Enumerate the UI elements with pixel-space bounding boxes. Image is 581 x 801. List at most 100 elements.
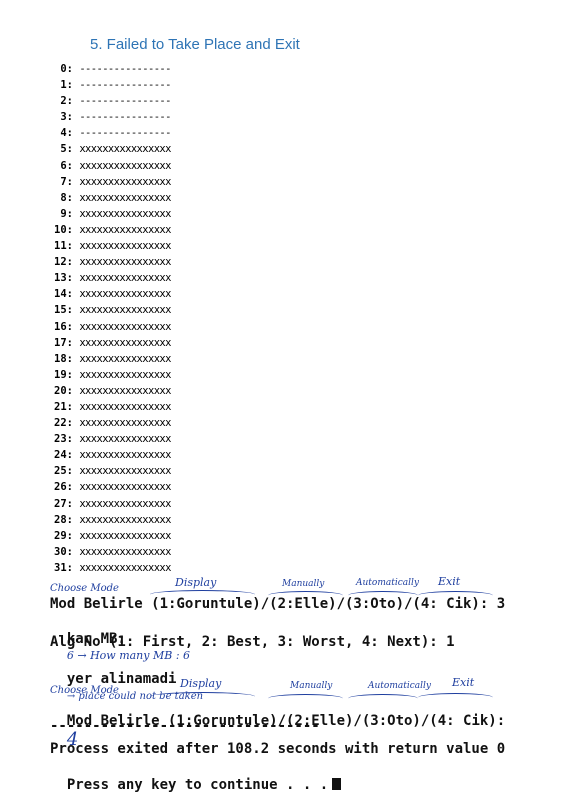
memory-row: 8: xxxxxxxxxxxxxxxx [53, 190, 213, 206]
memory-row-index: 8: [60, 191, 73, 204]
memory-row: 5: xxxxxxxxxxxxxxxx [53, 141, 213, 157]
memory-row-cells: xxxxxxxxxxxxxxxx [79, 256, 171, 269]
console-line-mode-1: Mod Belirle (1:Goruntule)/(2:Elle)/(3:Ot… [50, 596, 506, 612]
memory-row: 17: xxxxxxxxxxxxxxxx [53, 335, 213, 351]
memory-row-index: 25: [54, 465, 73, 478]
memory-row: 3: ---------------- [53, 109, 213, 125]
memory-row: 30: xxxxxxxxxxxxxxxx [53, 544, 213, 560]
memory-row-index: 3: [60, 111, 73, 124]
memory-row-cells: xxxxxxxxxxxxxxxx [79, 368, 171, 381]
memory-row-index: 18: [54, 352, 73, 365]
memory-row-index: 9: [60, 207, 73, 220]
memory-row-index: 0: [60, 63, 73, 75]
memory-row: 11: xxxxxxxxxxxxxxxx [53, 238, 213, 254]
memory-row-index: 4: [60, 127, 73, 140]
memory-row-cells: xxxxxxxxxxxxxxxx [79, 449, 171, 462]
memory-row: 25: xxxxxxxxxxxxxxxx [53, 463, 213, 479]
memory-row: 16: xxxxxxxxxxxxxxxx [53, 319, 213, 335]
memory-row-index: 22: [54, 417, 73, 430]
memory-row-index: 29: [54, 529, 73, 542]
memory-row-cells: xxxxxxxxxxxxxxxx [79, 143, 171, 156]
annotation-exit: Exit [438, 575, 461, 588]
memory-row-index: 28: [54, 513, 73, 526]
memory-row-cells: xxxxxxxxxxxxxxxx [79, 352, 171, 365]
memory-row: 20: xxxxxxxxxxxxxxxx [53, 383, 213, 399]
memory-row-cells: xxxxxxxxxxxxxxxx [79, 288, 171, 301]
memory-row: 26: xxxxxxxxxxxxxxxx [53, 479, 213, 495]
memory-row-index: 27: [54, 497, 73, 510]
page-title: 5. Failed to Take Place and Exit [90, 36, 300, 53]
memory-row: 0: ---------------- [53, 61, 213, 77]
memory-row-index: 6: [60, 159, 73, 172]
memory-row: 27: xxxxxxxxxxxxxxxx [53, 496, 213, 512]
annotation-choose-mode: Choose Mode [50, 583, 119, 594]
memory-row-cells: xxxxxxxxxxxxxxxx [79, 497, 171, 510]
memory-row-cells: xxxxxxxxxxxxxxxx [79, 513, 171, 526]
memory-row-cells: xxxxxxxxxxxxxxxx [79, 465, 171, 478]
annotation-automatically: Automatically [368, 681, 431, 691]
memory-row-index: 20: [54, 384, 73, 397]
memory-row-cells: xxxxxxxxxxxxxxxx [79, 529, 171, 542]
memory-row-index: 7: [60, 175, 73, 188]
annotation-automatically: Automatically [356, 578, 419, 588]
memory-row-index: 31: [54, 561, 73, 574]
memory-row-cells: ---------------- [79, 127, 171, 140]
memory-row: 29: xxxxxxxxxxxxxxxx [53, 528, 213, 544]
memory-row-cells: ---------------- [79, 79, 171, 92]
memory-row: 31: xxxxxxxxxxxxxxxx [53, 560, 213, 576]
memory-row: 28: xxxxxxxxxxxxxxxx [53, 512, 213, 528]
memory-row-index: 11: [54, 240, 73, 253]
memory-row: 15: xxxxxxxxxxxxxxxx [53, 302, 213, 318]
annotation-manually: Manually [290, 681, 333, 691]
memory-row-cells: xxxxxxxxxxxxxxxx [79, 384, 171, 397]
annotation-exit: Exit [452, 676, 475, 689]
memory-row: 23: xxxxxxxxxxxxxxxx [53, 431, 213, 447]
memory-row-cells: xxxxxxxxxxxxxxxx [79, 433, 171, 446]
memory-row-index: 1: [60, 79, 73, 92]
memory-row: 24: xxxxxxxxxxxxxxxx [53, 447, 213, 463]
memory-row-index: 13: [54, 272, 73, 285]
text-cursor [332, 778, 342, 790]
memory-row: 13: xxxxxxxxxxxxxxxx [53, 270, 213, 286]
memory-row-cells: xxxxxxxxxxxxxxxx [79, 400, 171, 413]
console-exit-message: Process exited after 108.2 seconds with … [50, 741, 506, 757]
continue-message: Press any key to continue . . . [66, 777, 329, 793]
memory-row-cells: xxxxxxxxxxxxxxxx [79, 481, 171, 494]
memory-row-index: 14: [54, 288, 73, 301]
memory-row: 1: ---------------- [53, 77, 213, 93]
annotation-choose-mode: Choose Mode [50, 685, 119, 696]
memory-row-cells: xxxxxxxxxxxxxxxx [79, 320, 171, 333]
memory-row-cells: ---------------- [79, 111, 171, 124]
memory-row-index: 5: [60, 143, 73, 156]
memory-row-cells: xxxxxxxxxxxxxxxx [79, 240, 171, 253]
memory-row-cells: xxxxxxxxxxxxxxxx [79, 175, 171, 188]
memory-row-cells: xxxxxxxxxxxxxxxx [79, 545, 171, 558]
memory-row-cells: xxxxxxxxxxxxxxxx [79, 417, 171, 430]
memory-row-cells: xxxxxxxxxxxxxxxx [79, 207, 171, 220]
memory-row: 2: ---------------- [53, 93, 213, 109]
memory-row-index: 16: [54, 320, 73, 333]
memory-row: 19: xxxxxxxxxxxxxxxx [53, 367, 213, 383]
memory-row-index: 15: [54, 304, 73, 317]
memory-row-cells: xxxxxxxxxxxxxxxx [79, 336, 171, 349]
console-separator: -------------------------------- [50, 718, 320, 734]
annotation-manually: Manually [282, 579, 325, 589]
memory-row: 14: xxxxxxxxxxxxxxxx [53, 286, 213, 302]
memory-row: 9: xxxxxxxxxxxxxxxx [53, 206, 213, 222]
console-line-alg: Alg No (1: First, 2: Best, 3: Worst, 4: … [50, 634, 455, 650]
memory-map: 0: ---------------- 1: ---------------- 2:… [53, 61, 213, 583]
memory-row-index: 26: [54, 481, 73, 494]
memory-row-cells: xxxxxxxxxxxxxxxx [79, 223, 171, 236]
memory-row-index: 17: [54, 336, 73, 349]
memory-row-index: 10: [54, 223, 73, 236]
memory-row-index: 19: [54, 368, 73, 381]
memory-row-index: 2: [60, 95, 73, 108]
memory-row-cells: xxxxxxxxxxxxxxxx [79, 304, 171, 317]
annotation-display: Display [175, 576, 217, 589]
memory-row-index: 30: [54, 545, 73, 558]
memory-row-cells: xxxxxxxxxxxxxxxx [79, 191, 171, 204]
memory-row: 7: xxxxxxxxxxxxxxxx [53, 174, 213, 190]
memory-row-cells: ---------------- [79, 63, 171, 75]
console-continue-line: Press any key to continue . . . [50, 761, 342, 793]
memory-row-cells: xxxxxxxxxxxxxxxx [79, 561, 171, 574]
